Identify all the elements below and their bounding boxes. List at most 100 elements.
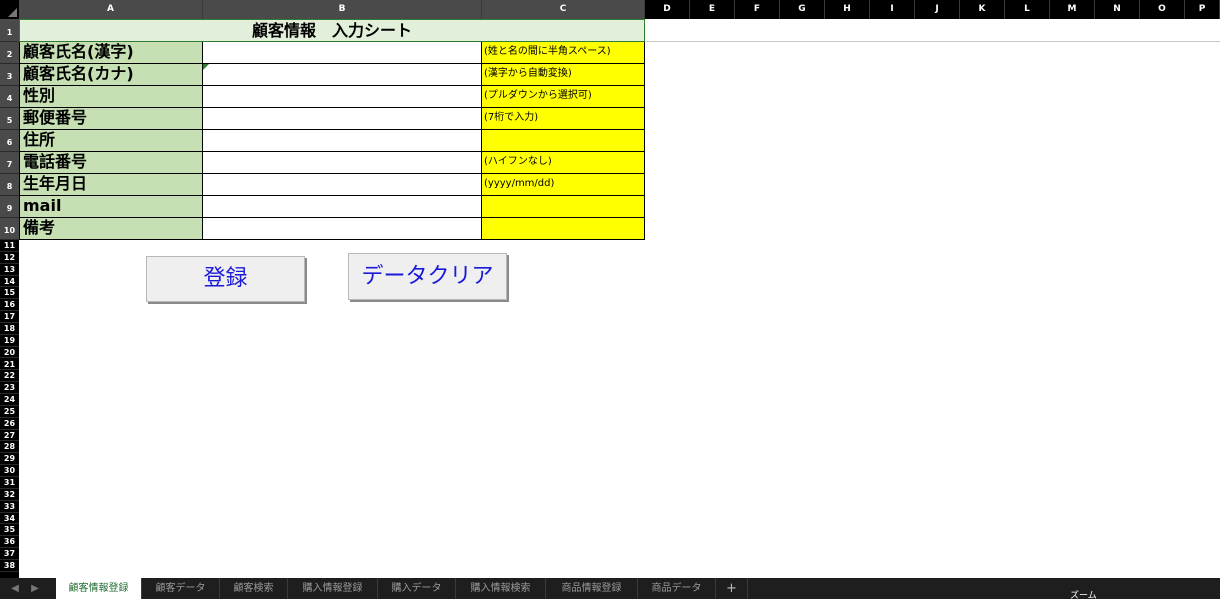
comment-marker-icon xyxy=(203,64,209,70)
row-header-19[interactable]: 19 xyxy=(0,335,19,347)
field-input-cell[interactable] xyxy=(203,218,482,240)
field-label[interactable]: 顧客氏名(カナ) xyxy=(19,64,203,86)
row-header-11[interactable]: 11 xyxy=(0,240,19,252)
column-header-g[interactable]: G xyxy=(780,0,825,19)
prev-sheet-icon[interactable]: ◀ xyxy=(6,578,24,599)
sheet-tab[interactable]: 購入情報登録 xyxy=(288,578,378,599)
row-header-28[interactable]: 28 xyxy=(0,441,19,454)
row-header-4[interactable]: 4 xyxy=(0,86,19,108)
column-header-p[interactable]: P xyxy=(1185,0,1220,19)
row-header-23[interactable]: 23 xyxy=(0,382,19,395)
field-input-cell[interactable] xyxy=(203,108,482,130)
row-header-33[interactable]: 33 xyxy=(0,501,19,513)
row-header-21[interactable]: 21 xyxy=(0,359,19,371)
row-header-10[interactable]: 10 xyxy=(0,218,19,240)
sheet-tab[interactable]: 商品データ xyxy=(638,578,716,599)
row-header-32[interactable]: 32 xyxy=(0,489,19,501)
add-sheet-button[interactable]: + xyxy=(716,578,748,599)
column-header-o[interactable]: O xyxy=(1140,0,1185,19)
field-label[interactable]: mail xyxy=(19,196,203,218)
field-input-cell[interactable] xyxy=(203,196,482,218)
row-header-3[interactable]: 3 xyxy=(0,64,19,86)
row-header-2[interactable]: 2 xyxy=(0,42,19,64)
sheet-tab[interactable]: 顧客検索 xyxy=(220,578,288,599)
row-header-35[interactable]: 35 xyxy=(0,524,19,537)
column-header-n[interactable]: N xyxy=(1095,0,1140,19)
sheet-tab-bar: ◀ ▶ 顧客情報登録 顧客データ 顧客検索 購入情報登録 購入データ 購入情報検索 商品情報… xyxy=(0,578,1220,601)
row-header-22[interactable]: 22 xyxy=(0,370,19,383)
field-hint[interactable]: (姓と名の間に半角スペース) xyxy=(482,42,645,64)
column-header-h[interactable]: H xyxy=(825,0,870,19)
row-header-16[interactable]: 16 xyxy=(0,299,19,312)
field-label[interactable]: 顧客氏名(漢字) xyxy=(19,42,203,64)
column-header-f[interactable]: F xyxy=(735,0,780,19)
row-header-17[interactable]: 17 xyxy=(0,311,19,323)
field-label[interactable]: 性別 xyxy=(19,86,203,108)
row-header-26[interactable]: 26 xyxy=(0,418,19,430)
sheet-title[interactable]: 顧客情報 入力シート xyxy=(19,19,645,42)
row-header-31[interactable]: 31 xyxy=(0,477,19,489)
sheet-tab[interactable]: 商品情報登録 xyxy=(546,578,638,599)
column-header-l[interactable]: L xyxy=(1005,0,1050,19)
row-header-25[interactable]: 25 xyxy=(0,406,19,418)
row-header-34[interactable]: 34 xyxy=(0,513,19,525)
next-sheet-icon[interactable]: ▶ xyxy=(26,578,44,599)
field-hint[interactable] xyxy=(482,130,645,152)
row-header-14[interactable]: 14 xyxy=(0,276,19,288)
row-header-6[interactable]: 6 xyxy=(0,130,19,152)
column-header-e[interactable]: E xyxy=(690,0,735,19)
row-header-5[interactable]: 5 xyxy=(0,108,19,130)
column-header-i[interactable]: I xyxy=(870,0,915,19)
field-hint[interactable]: (ハイフンなし) xyxy=(482,152,645,174)
row-header-1[interactable]: 1 xyxy=(0,19,19,42)
row-header-18[interactable]: 18 xyxy=(0,323,19,335)
column-header-a[interactable]: A xyxy=(19,0,203,19)
field-input-cell[interactable] xyxy=(203,152,482,174)
field-hint[interactable] xyxy=(482,196,645,218)
column-header-j[interactable]: J xyxy=(915,0,960,19)
field-input-cell[interactable] xyxy=(203,130,482,152)
row-header-8[interactable]: 8 xyxy=(0,174,19,196)
row-header-7[interactable]: 7 xyxy=(0,152,19,174)
field-label[interactable]: 電話番号 xyxy=(19,152,203,174)
row-header-13[interactable]: 13 xyxy=(0,264,19,276)
field-label[interactable]: 郵便番号 xyxy=(19,108,203,130)
row-header-20[interactable]: 20 xyxy=(0,347,19,359)
row-header-30[interactable]: 30 xyxy=(0,465,19,477)
field-input-cell[interactable] xyxy=(203,42,482,64)
field-hint[interactable]: (7桁で入力) xyxy=(482,108,645,130)
field-label[interactable]: 備考 xyxy=(19,218,203,240)
row-header-27[interactable]: 27 xyxy=(0,430,19,442)
sheet-tab[interactable]: 顧客情報登録 xyxy=(56,578,142,599)
sheet-tab[interactable]: 購入データ xyxy=(378,578,456,599)
field-input-cell[interactable] xyxy=(203,174,482,196)
column-header-k[interactable]: K xyxy=(960,0,1005,19)
sheet-tab[interactable]: 顧客データ xyxy=(142,578,220,599)
gridline xyxy=(645,41,1220,42)
sheet-tab[interactable]: 購入情報検索 xyxy=(456,578,546,599)
row-header-37[interactable]: 37 xyxy=(0,548,19,560)
field-hint[interactable]: (漢字から自動変換) xyxy=(482,64,645,86)
field-input-cell[interactable] xyxy=(203,64,482,86)
column-header-d[interactable]: D xyxy=(645,0,690,19)
data-clear-button[interactable]: データクリア xyxy=(348,253,507,300)
register-button[interactable]: 登録 xyxy=(146,256,305,302)
row-header-29[interactable]: 29 xyxy=(0,453,19,466)
field-input-cell[interactable] xyxy=(203,86,482,108)
select-all-corner[interactable] xyxy=(0,0,19,19)
row-header-36[interactable]: 36 xyxy=(0,536,19,549)
column-header-m[interactable]: M xyxy=(1050,0,1095,19)
row-header-15[interactable]: 15 xyxy=(0,287,19,300)
field-label[interactable]: 生年月日 xyxy=(19,174,203,196)
row-header-9[interactable]: 9 xyxy=(0,196,19,218)
field-hint[interactable]: (プルダウンから選択可) xyxy=(482,86,645,108)
column-header-b[interactable]: B xyxy=(203,0,482,19)
field-label[interactable]: 住所 xyxy=(19,130,203,152)
column-header-c[interactable]: C xyxy=(482,0,645,19)
zoom-label[interactable]: ズーム xyxy=(1070,591,1097,601)
field-hint[interactable]: (yyyy/mm/dd) xyxy=(482,174,645,196)
row-header-12[interactable]: 12 xyxy=(0,252,19,264)
row-header-24[interactable]: 24 xyxy=(0,394,19,406)
field-hint[interactable] xyxy=(482,218,645,240)
row-header-38[interactable]: 38 xyxy=(0,560,19,572)
